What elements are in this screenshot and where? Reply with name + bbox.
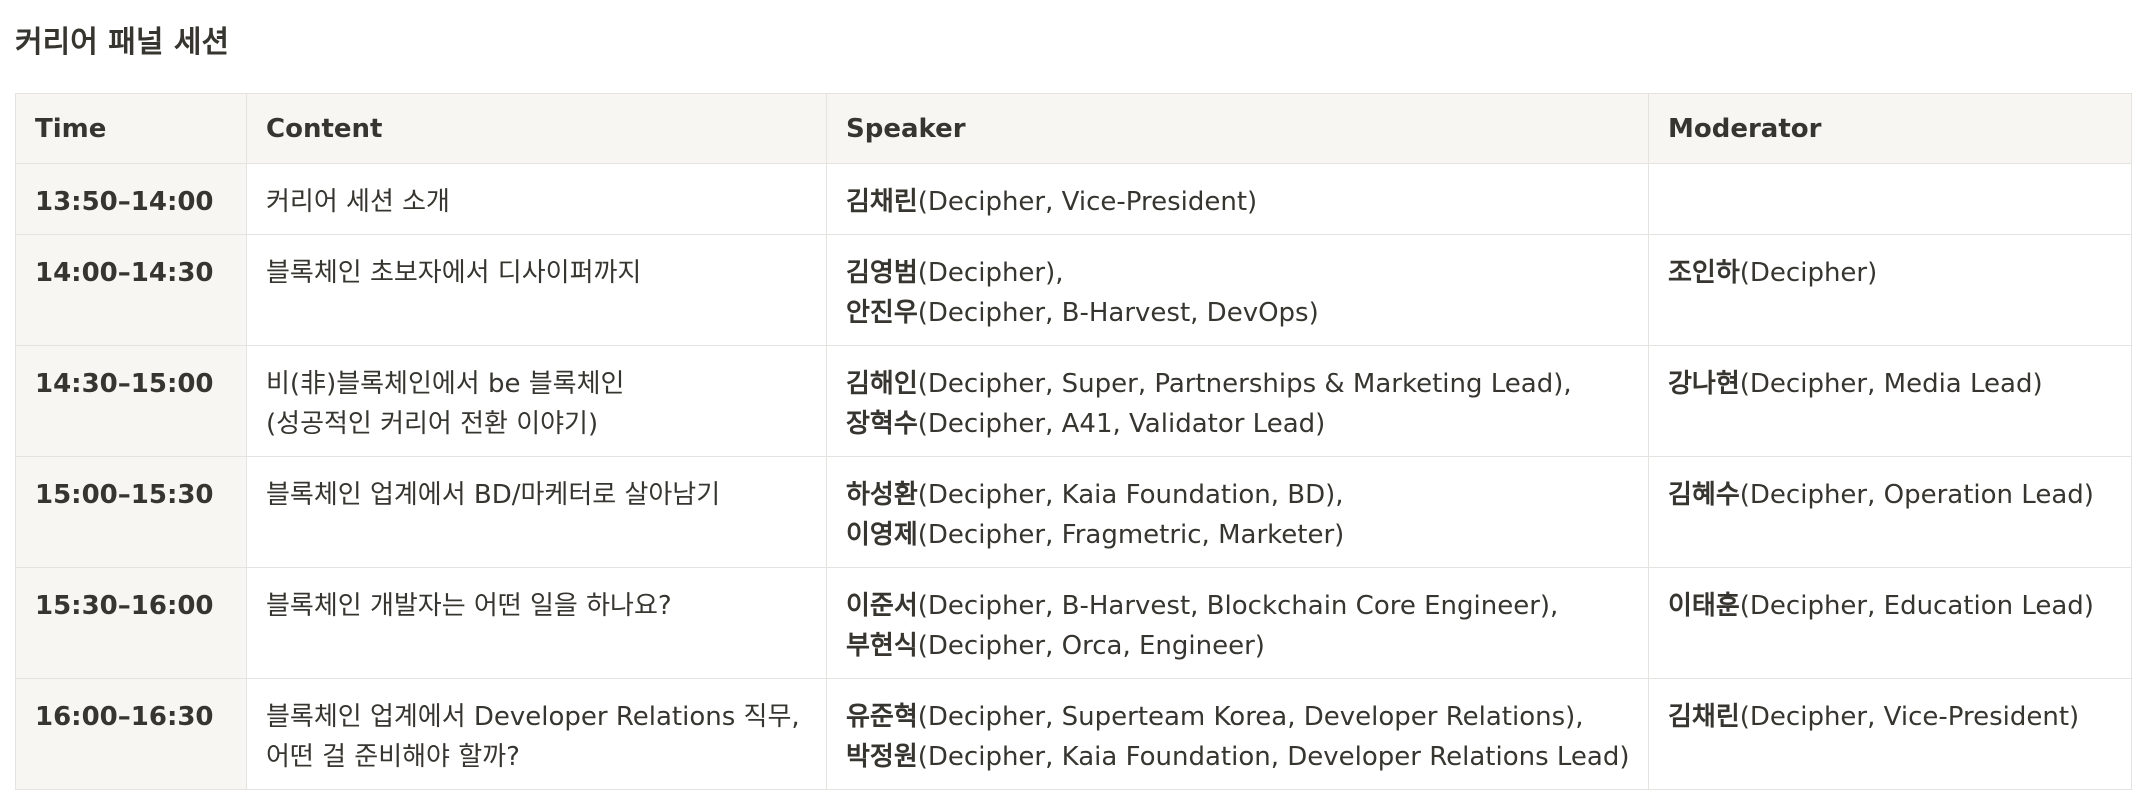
speaker-name: 이영제 (846, 520, 918, 550)
speaker-detail: (Decipher, Fragmetric, Marketer) (917, 520, 1345, 550)
time-cell: 15:30–16:00 (15, 567, 247, 679)
content-cell: 비(非)블록체인에서 be 블록체인 (성공적인 커리어 전환 이야기) (246, 345, 827, 457)
content-cell: 블록체인 업계에서 Developer Relations 직무, 어떤 걸 준비… (246, 678, 827, 790)
speaker-cell: 하성환(Decipher, Kaia Foundation, BD), 이영제(D… (826, 456, 1649, 568)
speaker-detail: (Decipher, B-Harvest, Blockchain Core En… (917, 591, 1559, 621)
page-title: 커리어 패널 세션 (15, 25, 230, 60)
header-time: Time (15, 93, 247, 164)
speaker-detail: (Decipher, B-Harvest, DevOps) (917, 298, 1319, 328)
speaker-entry: 장혁수(Decipher, A41, Validator Lead) (846, 404, 1629, 444)
speaker-detail: (Decipher), (917, 258, 1064, 288)
content-cell: 커리어 세션 소개 (246, 163, 827, 235)
speaker-detail: (Decipher, Kaia Foundation, BD), (917, 480, 1344, 510)
speaker-entry: 박정원(Decipher, Kaia Foundation, Developer… (846, 737, 1630, 777)
speaker-name: 부현식 (846, 631, 918, 661)
speaker-cell: 김영범(Decipher), 안진우(Decipher, B-Harvest, D… (826, 234, 1649, 346)
time-cell: 14:30–15:00 (15, 345, 247, 457)
speaker-name: 장혁수 (846, 409, 918, 439)
speaker-name: 이준서 (846, 591, 918, 621)
table-row: 16:00–16:30 블록체인 업계에서 Developer Relations… (15, 678, 2132, 790)
speaker-name: 김채린 (846, 187, 918, 217)
moderator-detail: (Decipher, Media Lead) (1739, 369, 2043, 399)
table-row: 14:00–14:30 블록체인 초보자에서 디사이퍼까지 김영범(Decipher… (15, 234, 2132, 346)
moderator-entry: 이태훈(Decipher, Education Lead) (1668, 586, 2112, 626)
speaker-name: 안진우 (846, 298, 918, 328)
content-line: 블록체인 초보자에서 디사이퍼까지 (266, 258, 642, 288)
moderator-name: 조인하 (1668, 258, 1740, 288)
speaker-detail: (Decipher, Vice-President) (917, 187, 1258, 217)
content-line: (성공적인 커리어 전환 이야기) (266, 409, 599, 439)
moderator-cell: 김채린(Decipher, Vice-President) (1648, 678, 2132, 790)
speaker-detail: (Decipher, Super, Partnerships & Marketi… (917, 369, 1572, 399)
moderator-name: 김채린 (1668, 702, 1740, 732)
table-row: 15:30–16:00 블록체인 개발자는 어떤 일을 하나요? 이준서(Decip… (15, 567, 2132, 679)
moderator-entry: 강나현(Decipher, Media Lead) (1668, 364, 2112, 404)
speaker-cell: 유준혁(Decipher, Superteam Korea, Developer… (826, 678, 1649, 790)
content-line: 블록체인 업계에서 BD/마케터로 살아남기 (266, 480, 721, 510)
speaker-detail: (Decipher, Orca, Engineer) (917, 631, 1265, 661)
moderator-cell: 김혜수(Decipher, Operation Lead) (1648, 456, 2132, 568)
moderator-name: 이태훈 (1668, 591, 1740, 621)
content-line: 어떤 걸 준비해야 할까? (266, 742, 520, 772)
speaker-entry: 김해인(Decipher, Super, Partnerships & Mark… (846, 364, 1629, 404)
content-line: 블록체인 업계에서 Developer Relations 직무, (266, 702, 800, 732)
content-cell: 블록체인 초보자에서 디사이퍼까지 (246, 234, 827, 346)
speaker-cell: 김채린(Decipher, Vice-President) (826, 163, 1649, 235)
speaker-detail: (Decipher, Superteam Korea, Developer Re… (917, 702, 1584, 732)
moderator-cell: 이태훈(Decipher, Education Lead) (1648, 567, 2132, 679)
content-line: 커리어 세션 소개 (266, 187, 450, 217)
speaker-entry: 부현식(Decipher, Orca, Engineer) (846, 626, 1629, 666)
time-cell: 14:00–14:30 (15, 234, 247, 346)
page: 커리어 패널 세션 Time Content Speaker Moderator… (0, 0, 2142, 808)
moderator-detail: (Decipher, Education Lead) (1739, 591, 2094, 621)
time-cell: 13:50–14:00 (15, 163, 247, 235)
speaker-cell: 이준서(Decipher, B-Harvest, Blockchain Core… (826, 567, 1649, 679)
header-speaker: Speaker (826, 93, 1649, 164)
header-moderator: Moderator (1648, 93, 2132, 164)
content-cell: 블록체인 업계에서 BD/마케터로 살아남기 (246, 456, 827, 568)
table-body: 13:50–14:00 커리어 세션 소개 김채린(Decipher, Vice-P… (15, 163, 2132, 790)
speaker-entry: 하성환(Decipher, Kaia Foundation, BD), (846, 475, 1629, 515)
moderator-entry: 김혜수(Decipher, Operation Lead) (1668, 475, 2112, 515)
table-row: 14:30–15:00 비(非)블록체인에서 be 블록체인 (성공적인 커리어 전… (15, 345, 2132, 457)
speaker-entry: 이영제(Decipher, Fragmetric, Marketer) (846, 515, 1629, 555)
speaker-name: 하성환 (846, 480, 918, 510)
table-header-row: Time Content Speaker Moderator (15, 93, 2132, 164)
speaker-name: 김영범 (846, 258, 918, 288)
speaker-entry: 김채린(Decipher, Vice-President) (846, 182, 1629, 222)
speaker-entry: 김영범(Decipher), (846, 253, 1629, 293)
speaker-detail: (Decipher, A41, Validator Lead) (917, 409, 1326, 439)
moderator-entry: 조인하(Decipher) (1668, 253, 2112, 293)
moderator-cell (1648, 163, 2132, 235)
table-row: 13:50–14:00 커리어 세션 소개 김채린(Decipher, Vice-P… (15, 163, 2132, 235)
content-cell: 블록체인 개발자는 어떤 일을 하나요? (246, 567, 827, 679)
speaker-name: 김해인 (846, 369, 918, 399)
speaker-entry: 이준서(Decipher, B-Harvest, Blockchain Core… (846, 586, 1629, 626)
speaker-entry: 유준혁(Decipher, Superteam Korea, Developer… (846, 697, 1629, 737)
header-content: Content (246, 93, 827, 164)
schedule-table: Time Content Speaker Moderator 13:50–14:… (15, 93, 2132, 790)
content-line: 블록체인 개발자는 어떤 일을 하나요? (266, 591, 672, 621)
speaker-name: 박정원 (846, 742, 918, 772)
content-line: 비(非)블록체인에서 be 블록체인 (266, 369, 625, 399)
moderator-cell: 강나현(Decipher, Media Lead) (1648, 345, 2132, 457)
table-row: 15:00–15:30 블록체인 업계에서 BD/마케터로 살아남기 하성환(Dec… (15, 456, 2132, 568)
moderator-detail: (Decipher) (1739, 258, 1878, 288)
moderator-name: 강나현 (1668, 369, 1740, 399)
moderator-cell: 조인하(Decipher) (1648, 234, 2132, 346)
moderator-name: 김혜수 (1668, 480, 1740, 510)
speaker-cell: 김해인(Decipher, Super, Partnerships & Mark… (826, 345, 1649, 457)
time-cell: 15:00–15:30 (15, 456, 247, 568)
moderator-detail: (Decipher, Vice-President) (1739, 702, 2080, 732)
moderator-entry: 김채린(Decipher, Vice-President) (1668, 697, 2112, 737)
time-cell: 16:00–16:30 (15, 678, 247, 790)
moderator-detail: (Decipher, Operation Lead) (1739, 480, 2094, 510)
speaker-entry: 안진우(Decipher, B-Harvest, DevOps) (846, 293, 1629, 333)
speaker-name: 유준혁 (846, 702, 918, 732)
speaker-detail: (Decipher, Kaia Foundation, Developer Re… (917, 742, 1630, 772)
